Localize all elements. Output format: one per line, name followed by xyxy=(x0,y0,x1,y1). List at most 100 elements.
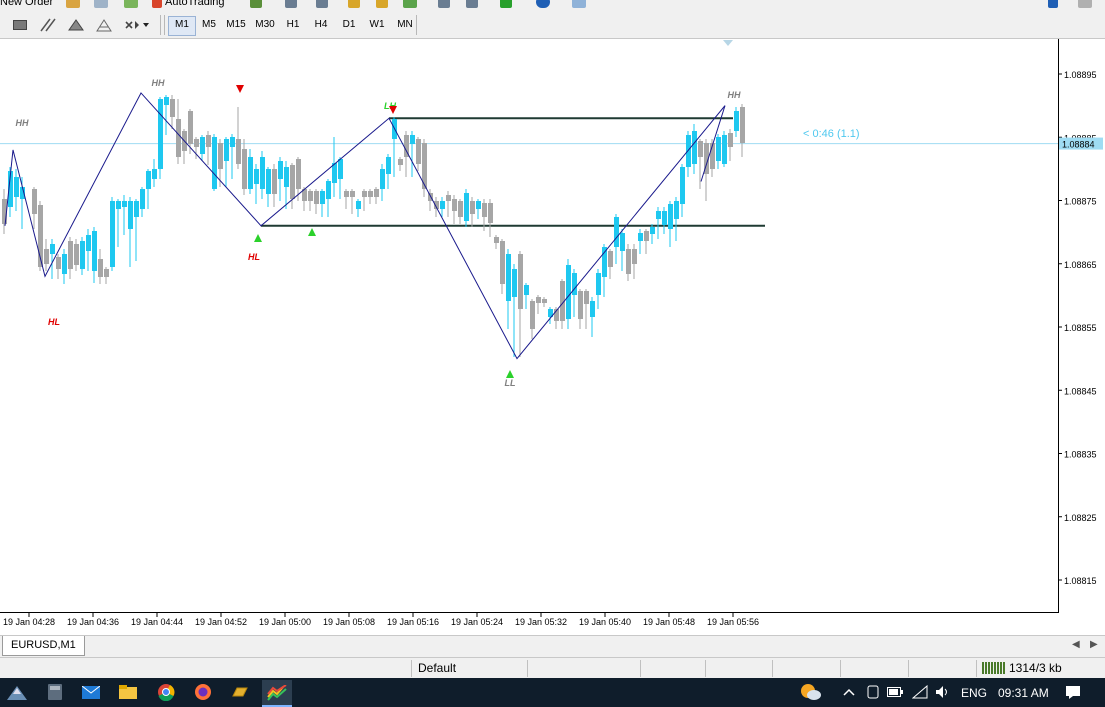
status-separator xyxy=(411,660,412,677)
market-watch-button[interactable] xyxy=(66,0,83,10)
chart-candles-button[interactable] xyxy=(285,0,300,10)
zoom-in-button[interactable] xyxy=(348,0,363,10)
triangle-tool[interactable] xyxy=(68,17,84,33)
channel-tool[interactable] xyxy=(40,17,56,33)
templates-button[interactable] xyxy=(572,0,589,10)
tab-scroll-right-icon[interactable]: ▶ xyxy=(1090,639,1098,650)
tab-scroll-left-icon[interactable]: ◀ xyxy=(1072,639,1080,650)
chat-button[interactable] xyxy=(1078,0,1095,10)
chart-tab-bar: EURUSD,M1 ◀ ▶ xyxy=(0,635,1105,658)
candle-body xyxy=(350,191,355,197)
price-tick-label: 1.08895 xyxy=(1064,70,1097,80)
tray-volume[interactable] xyxy=(934,683,952,701)
toolbar-separator xyxy=(164,15,165,35)
line-studies-toolbar: M1 M5 M15 M30 H1 H4 D1 W1 MN xyxy=(0,12,1105,39)
taskbar-mail[interactable] xyxy=(82,683,100,701)
candle-body xyxy=(530,301,535,329)
candle-body xyxy=(494,237,499,243)
taskbar-explorer[interactable] xyxy=(119,683,137,701)
periods-button[interactable] xyxy=(536,0,553,10)
price-chart[interactable]: HHHLHHHLLHLLHH< 0:46 (1.1)1.088951.08885… xyxy=(0,39,1105,635)
price-tick-label: 1.08875 xyxy=(1064,197,1097,207)
taskbar-metatrader[interactable] xyxy=(262,680,292,707)
toolbar-separator xyxy=(160,15,161,35)
candle-body xyxy=(260,157,265,189)
tray-network[interactable] xyxy=(911,683,929,701)
autoscroll-button[interactable] xyxy=(466,0,481,10)
indicators-button[interactable] xyxy=(500,0,515,10)
candle-body xyxy=(518,254,523,309)
timeframe-h4[interactable]: H4 xyxy=(308,16,334,34)
candle-body xyxy=(416,139,421,164)
fibo-tool[interactable] xyxy=(96,17,112,33)
search-button[interactable] xyxy=(1048,0,1061,10)
rectangle-tool[interactable] xyxy=(12,17,28,33)
line-chart-icon xyxy=(316,0,328,8)
navigator-button[interactable] xyxy=(94,0,111,10)
time-tick-label: 19 Jan 05:48 xyxy=(643,617,695,627)
tray-show-hidden[interactable] xyxy=(840,683,858,701)
candle-body xyxy=(326,181,331,199)
swing-label: HH xyxy=(152,78,165,88)
tray-language[interactable]: ENG xyxy=(961,686,987,700)
timeframe-m1[interactable]: M1 xyxy=(168,16,196,36)
timeframe-w1[interactable]: W1 xyxy=(364,16,390,34)
time-tick-label: 19 Jan 05:24 xyxy=(451,617,503,627)
chrome-icon xyxy=(158,684,175,701)
candle-body xyxy=(482,203,487,217)
candle-body xyxy=(626,249,631,274)
tray-clock[interactable]: 09:31 AM xyxy=(998,686,1049,700)
zoom-out-button[interactable] xyxy=(376,0,391,10)
candle-body xyxy=(146,171,151,189)
candle-body xyxy=(650,227,655,234)
chart-window[interactable]: HHHLHHHLLHLLHH< 0:46 (1.1)1.088951.08885… xyxy=(0,39,1105,635)
weather-widget[interactable] xyxy=(800,682,822,702)
taskbar-firefox[interactable] xyxy=(194,683,212,701)
candle-body xyxy=(488,203,493,223)
template-icon xyxy=(572,0,586,8)
candle-body xyxy=(308,191,313,201)
bid-price-label: 1.08884 xyxy=(1062,140,1095,150)
chart-bars-button[interactable] xyxy=(250,0,265,10)
swing-label: HL xyxy=(48,317,60,327)
time-tick-label: 19 Jan 05:32 xyxy=(515,617,567,627)
channel-icon xyxy=(40,18,56,32)
timeframe-d1[interactable]: D1 xyxy=(336,16,362,34)
taskbar-app[interactable] xyxy=(231,683,249,701)
tab-eurusd-m1[interactable]: EURUSD,M1 xyxy=(2,636,85,656)
tray-device[interactable] xyxy=(864,683,882,701)
candle-body xyxy=(590,301,595,317)
taskbar-calculator[interactable] xyxy=(46,683,64,701)
autotrading-button[interactable]: AutoTrading xyxy=(152,0,225,10)
timeframe-mn[interactable]: MN xyxy=(392,16,418,34)
arrows-dropdown[interactable] xyxy=(124,17,150,33)
timeframe-m15[interactable]: M15 xyxy=(221,16,251,34)
new-order-button[interactable]: New Order xyxy=(0,0,53,10)
candle-body xyxy=(500,241,505,284)
chart-shift-icon xyxy=(438,0,450,8)
candle-body xyxy=(644,231,649,241)
chart-line-button[interactable] xyxy=(316,0,331,10)
price-tick-label: 1.08815 xyxy=(1064,576,1097,586)
candle-body xyxy=(344,191,349,197)
start-button[interactable] xyxy=(4,681,30,705)
candle-body xyxy=(716,137,721,161)
timeframe-h1[interactable]: H1 xyxy=(280,16,306,34)
price-axis-border xyxy=(1058,39,1059,613)
fibo-icon xyxy=(96,19,112,32)
candle-body xyxy=(80,241,85,269)
candle-body xyxy=(32,189,37,214)
strategy-tester-button[interactable] xyxy=(124,0,141,10)
timeframe-m5[interactable]: M5 xyxy=(196,16,222,34)
chart-shift-button[interactable] xyxy=(438,0,453,10)
candle-body xyxy=(200,137,205,154)
candle-body xyxy=(662,211,667,225)
tray-battery[interactable] xyxy=(886,683,904,701)
taskbar-chrome[interactable] xyxy=(157,683,175,701)
chevron-up-icon xyxy=(843,688,855,696)
candle-body xyxy=(536,297,541,303)
tray-notifications[interactable] xyxy=(1064,683,1082,701)
timeframe-m30[interactable]: M30 xyxy=(250,16,280,34)
candle-body xyxy=(134,201,139,217)
tile-windows-button[interactable] xyxy=(403,0,420,10)
